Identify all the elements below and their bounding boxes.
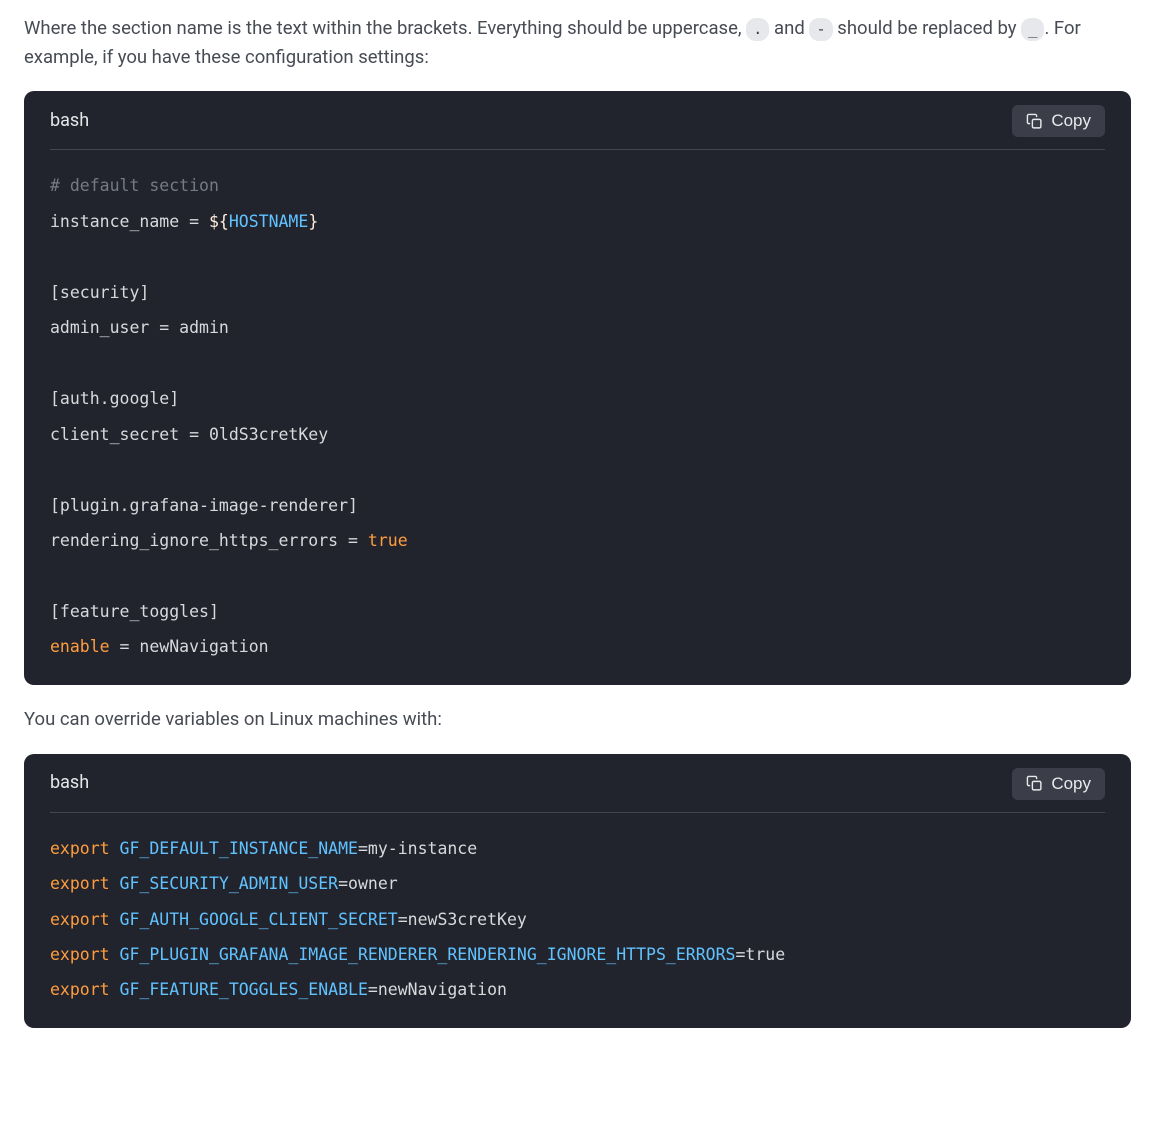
intro-text-1: Where the section name is the text withi… [24,17,746,39]
code-block-config: bash Copy # default section instance_nam… [24,91,1131,685]
code-keyword-export: export [50,910,110,929]
code-keyword-export: export [50,874,110,893]
code-env-var: GF_PLUGIN_GRAFANA_IMAGE_RENDERER_RENDERI… [120,945,736,964]
code-key: rendering_ignore_https_errors [50,531,338,550]
copy-icon [1026,113,1043,130]
code-value: 0ldS3cretKey [209,425,328,444]
code-keyword-export: export [50,839,110,858]
code-assign: =newNavigation [368,980,507,999]
code-key: enable [50,637,110,656]
code-content[interactable]: # default section instance_name = ${HOST… [50,150,1105,665]
code-env-var: GF_SECURITY_ADMIN_USER [120,874,339,893]
code-assign: =owner [338,874,398,893]
code-value: newNavigation [139,637,268,656]
intro-paragraph: Where the section name is the text withi… [24,14,1131,71]
copy-button[interactable]: Copy [1012,105,1105,137]
code-block-export: bash Copy export GF_DEFAULT_INSTANCE_NAM… [24,754,1131,1028]
code-language-label: bash [50,769,89,798]
code-content[interactable]: export GF_DEFAULT_INSTANCE_NAME=my-insta… [50,813,1105,1008]
code-bool: true [368,531,408,550]
inline-code-dot: . [746,18,769,41]
code-env-var: GF_DEFAULT_INSTANCE_NAME [120,839,358,858]
copy-icon [1026,775,1043,792]
code-key: client_secret [50,425,179,444]
code-keyword-export: export [50,980,110,999]
code-var-interp: } [308,212,318,231]
middle-paragraph: You can override variables on Linux mach… [24,705,1131,734]
code-var-name: HOSTNAME [229,212,308,231]
code-assign: =newS3cretKey [398,910,527,929]
code-keyword-export: export [50,945,110,964]
code-block-header: bash Copy [50,754,1105,813]
inline-code-underscore: _ [1021,18,1044,41]
code-block-header: bash Copy [50,91,1105,150]
code-assign: =true [735,945,785,964]
code-section: [security] [50,283,149,302]
code-language-label: bash [50,107,89,136]
inline-code-dash: - [809,18,832,41]
code-env-var: GF_AUTH_GOOGLE_CLIENT_SECRET [120,910,398,929]
code-key: admin_user [50,318,149,337]
intro-text-3: should be replaced by [833,17,1021,39]
code-section: [feature_toggles] [50,602,219,621]
intro-text-2: and [769,17,809,39]
code-key: instance_name [50,212,179,231]
code-var-interp: ${ [209,212,229,231]
code-value: admin [179,318,229,337]
code-section: [auth.google] [50,389,179,408]
copy-button-label: Copy [1051,111,1091,131]
code-section: [plugin.grafana-image-renderer] [50,496,358,515]
code-comment: # default section [50,176,219,195]
copy-button-label: Copy [1051,774,1091,794]
copy-button[interactable]: Copy [1012,768,1105,800]
code-assign: =my-instance [358,839,477,858]
code-env-var: GF_FEATURE_TOGGLES_ENABLE [120,980,368,999]
